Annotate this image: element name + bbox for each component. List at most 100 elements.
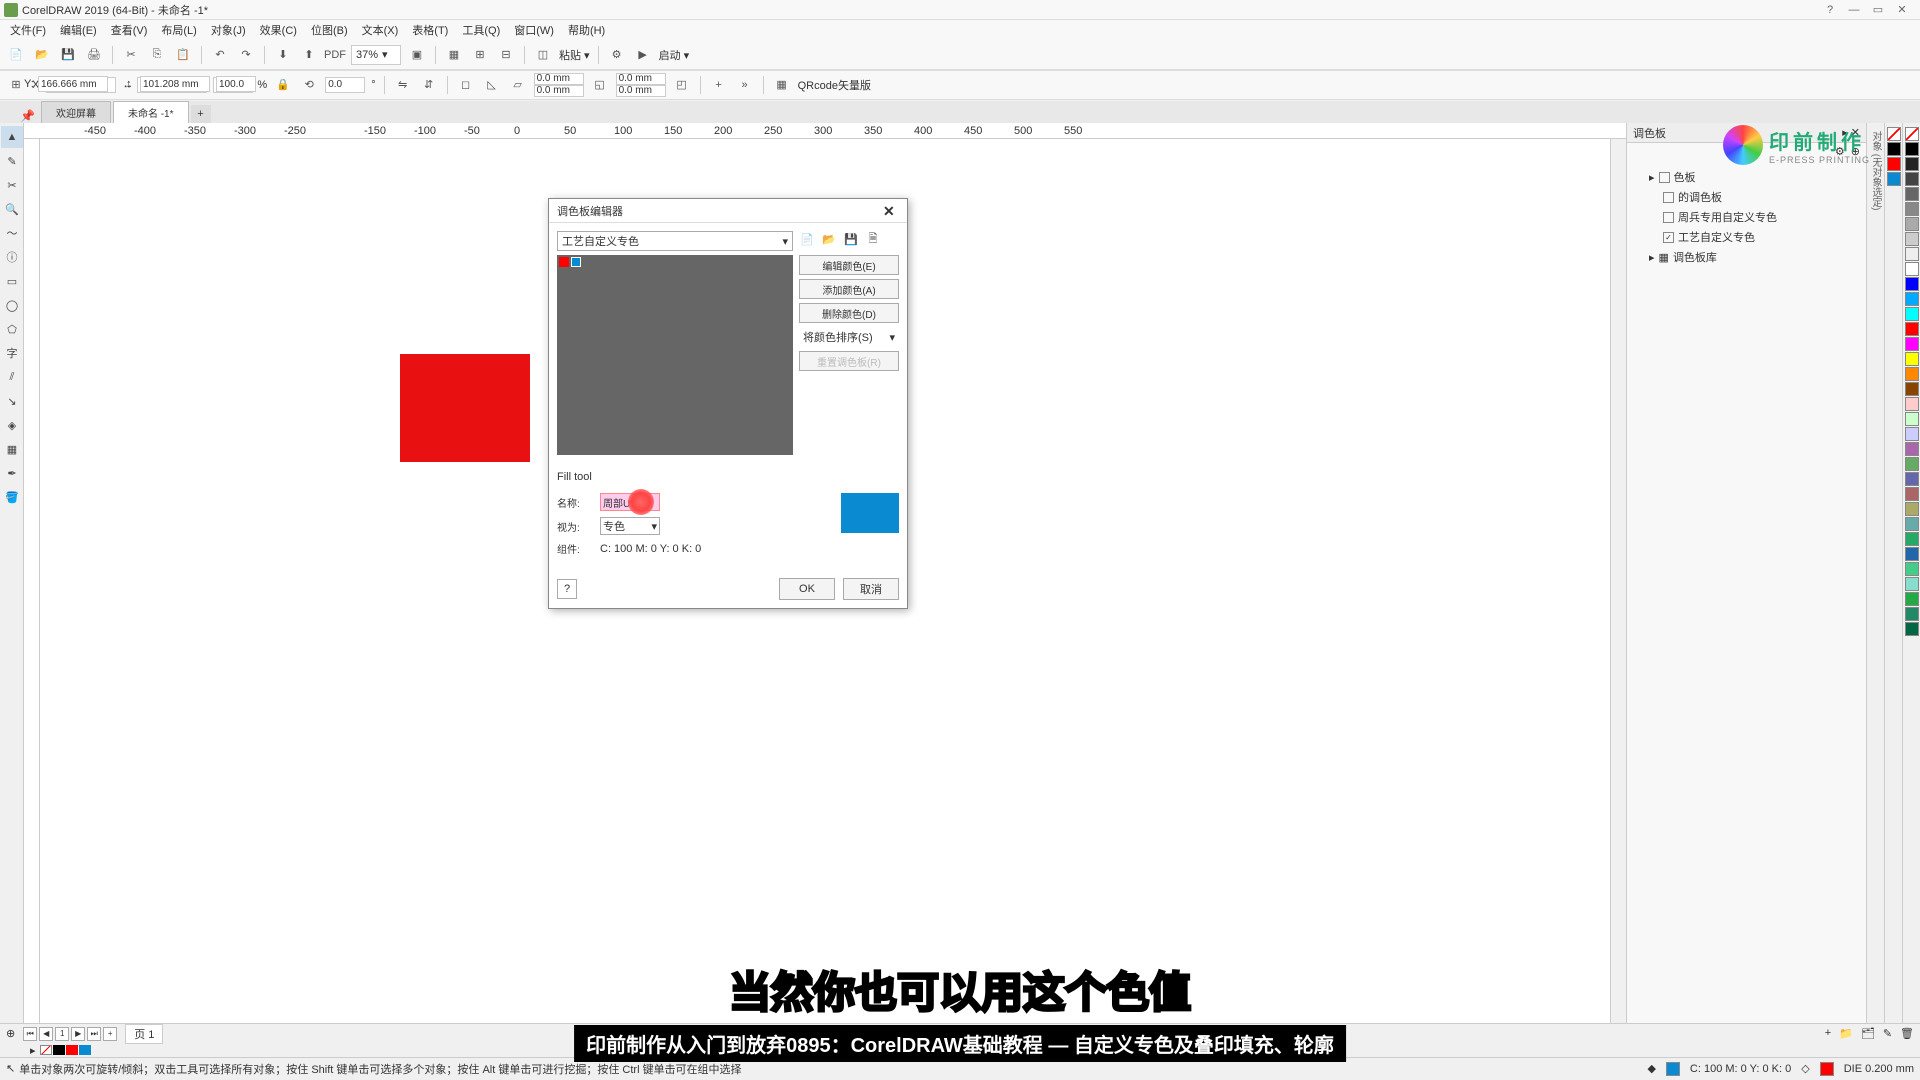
last-page-icon[interactable]: ⏭ [87, 1027, 101, 1041]
pdf-icon[interactable]: PDF [325, 45, 345, 65]
corner-icon[interactable]: ◱ [590, 75, 610, 95]
tree-item[interactable]: ▸▦调色板库 [1633, 247, 1860, 267]
color-swatch[interactable] [1905, 502, 1919, 516]
new-icon[interactable]: 📄 [6, 45, 26, 65]
color-swatch[interactable] [1905, 607, 1919, 621]
sort-color-button[interactable]: 将颜色排序(S)▾ [799, 327, 899, 347]
snap-icon[interactable]: ⊟ [496, 45, 516, 65]
color-swatch[interactable] [1905, 262, 1919, 276]
fill-tool-icon[interactable]: 🪣 [1, 486, 23, 508]
no-fill-swatch[interactable] [1887, 127, 1901, 141]
more-icon[interactable]: » [735, 75, 755, 95]
palette-select[interactable]: 工艺自定义专色▾ [557, 231, 793, 251]
tree-item[interactable]: 的调色板 [1633, 187, 1860, 207]
color-swatch[interactable] [1905, 187, 1919, 201]
color-swatch[interactable] [1905, 397, 1919, 411]
first-page-icon[interactable]: ⏮ [23, 1027, 37, 1041]
dialog-close-icon[interactable]: ✕ [883, 203, 899, 219]
artistic-tool-icon[interactable]: ⓘ [1, 246, 23, 268]
bottom-swatch[interactable] [66, 1045, 78, 1055]
menu-view[interactable]: 查看(V) [105, 20, 154, 40]
menu-layout[interactable]: 布局(L) [155, 20, 202, 40]
color-swatch[interactable] [1905, 247, 1919, 261]
outline-color-chip[interactable] [1820, 1062, 1834, 1076]
offset2-input[interactable] [534, 85, 584, 97]
bottom-plus-icon[interactable]: + [1825, 1027, 1831, 1040]
new-palette-icon[interactable]: 📄 [799, 231, 815, 247]
bottom-folder-icon[interactable]: 📁 [1839, 1027, 1853, 1040]
color-swatch[interactable] [1905, 292, 1919, 306]
crop-tool-icon[interactable]: ✂ [1, 174, 23, 196]
menu-bitmap[interactable]: 位图(B) [305, 20, 354, 40]
color-swatch[interactable] [1905, 532, 1919, 546]
add-color-button[interactable]: 添加颜色(A) [799, 279, 899, 299]
paste-dropdown[interactable]: 粘贴 ▾ [559, 47, 590, 63]
menu-file[interactable]: 文件(F) [4, 20, 52, 40]
color-swatch[interactable] [1905, 157, 1919, 171]
prev-page-icon[interactable]: ◀ [39, 1027, 53, 1041]
red-rectangle[interactable] [400, 354, 530, 462]
color-swatch[interactable] [1905, 217, 1919, 231]
color-swatch[interactable] [1905, 277, 1919, 291]
h-input[interactable] [140, 76, 210, 92]
qr-icon[interactable]: ▦ [772, 75, 792, 95]
color-swatch[interactable] [1905, 307, 1919, 321]
color-swatch[interactable] [1887, 172, 1901, 186]
add-page-icon[interactable]: + [103, 1027, 117, 1041]
outline-indicator-icon[interactable]: ◇ [1801, 1062, 1809, 1075]
open-icon[interactable]: 📂 [32, 45, 52, 65]
zoom-tool-icon[interactable]: 🔍 [1, 198, 23, 220]
launch-dropdown[interactable]: 启动 ▾ [659, 47, 690, 63]
cancel-button[interactable]: 取消 [843, 578, 899, 600]
pick-tool-icon[interactable]: ▲ [1, 126, 23, 148]
rect-tool-icon[interactable]: ▭ [1, 270, 23, 292]
rotate-icon[interactable]: ⟲ [299, 75, 319, 95]
transparency-icon[interactable]: ▦ [1, 438, 23, 460]
color-swatch[interactable] [1905, 142, 1919, 156]
export-icon[interactable]: ⬆ [299, 45, 319, 65]
bottom-trash-icon[interactable]: 🗑 [1900, 1027, 1914, 1040]
grid-icon[interactable]: ▦ [444, 45, 464, 65]
color-swatch[interactable] [1905, 337, 1919, 351]
menu-effect[interactable]: 效果(C) [254, 20, 303, 40]
print-icon[interactable]: 🖨 [84, 45, 104, 65]
eyedrop-icon[interactable]: ✒ [1, 462, 23, 484]
rel-corner-icon[interactable]: ◰ [672, 75, 692, 95]
delete-color-button[interactable]: 删除颜色(D) [799, 303, 899, 323]
menu-object[interactable]: 对象(J) [205, 20, 252, 40]
color-swatch[interactable] [1905, 577, 1919, 591]
paste-icon[interactable]: 📋 [173, 45, 193, 65]
color-swatch[interactable] [1887, 142, 1901, 156]
help-button[interactable]: ? [557, 579, 577, 599]
menu-tools[interactable]: 工具(Q) [456, 20, 506, 40]
mirror-h-icon[interactable]: ⇋ [393, 75, 413, 95]
y-input[interactable] [38, 76, 108, 92]
shape2-icon[interactable]: ◺ [482, 75, 502, 95]
color-swatch[interactable] [1905, 622, 1919, 636]
import-icon[interactable]: ⬇ [273, 45, 293, 65]
qr-label[interactable]: QRcode矢量版 [798, 77, 871, 93]
color-swatch[interactable] [1905, 172, 1919, 186]
tree-item[interactable]: ▸色板 [1633, 167, 1860, 187]
page-num[interactable]: 1 [55, 1027, 69, 1041]
no-fill-swatch[interactable] [1905, 127, 1919, 141]
edit-color-button[interactable]: 编辑颜色(E) [799, 255, 899, 275]
shape-tool-icon[interactable]: ✎ [1, 150, 23, 172]
offset1-input[interactable] [534, 73, 584, 85]
menu-text[interactable]: 文本(X) [356, 20, 405, 40]
treat-select[interactable]: 专色▾ [600, 517, 660, 535]
rot-input[interactable] [325, 77, 365, 93]
obj-origin-icon[interactable]: ⊞ [6, 75, 26, 95]
effect-tool-icon[interactable]: ◈ [1, 414, 23, 436]
page-label[interactable]: 页 1 [125, 1024, 163, 1044]
undo-icon[interactable]: ↶ [210, 45, 230, 65]
parallel-tool-icon[interactable]: ⫽ [1, 366, 23, 388]
align-icon[interactable]: ◫ [533, 45, 553, 65]
color-swatch[interactable] [1905, 562, 1919, 576]
expand-icon[interactable]: ▸ [30, 1044, 36, 1057]
color-swatch[interactable] [1905, 442, 1919, 456]
lock-ratio-icon[interactable]: 🔒 [273, 75, 293, 95]
bottom-stack-icon[interactable]: 🗂 [1861, 1027, 1875, 1040]
fill-indicator-icon[interactable]: ◆ [1647, 1062, 1655, 1075]
fullscreen-icon[interactable]: ▣ [407, 45, 427, 65]
